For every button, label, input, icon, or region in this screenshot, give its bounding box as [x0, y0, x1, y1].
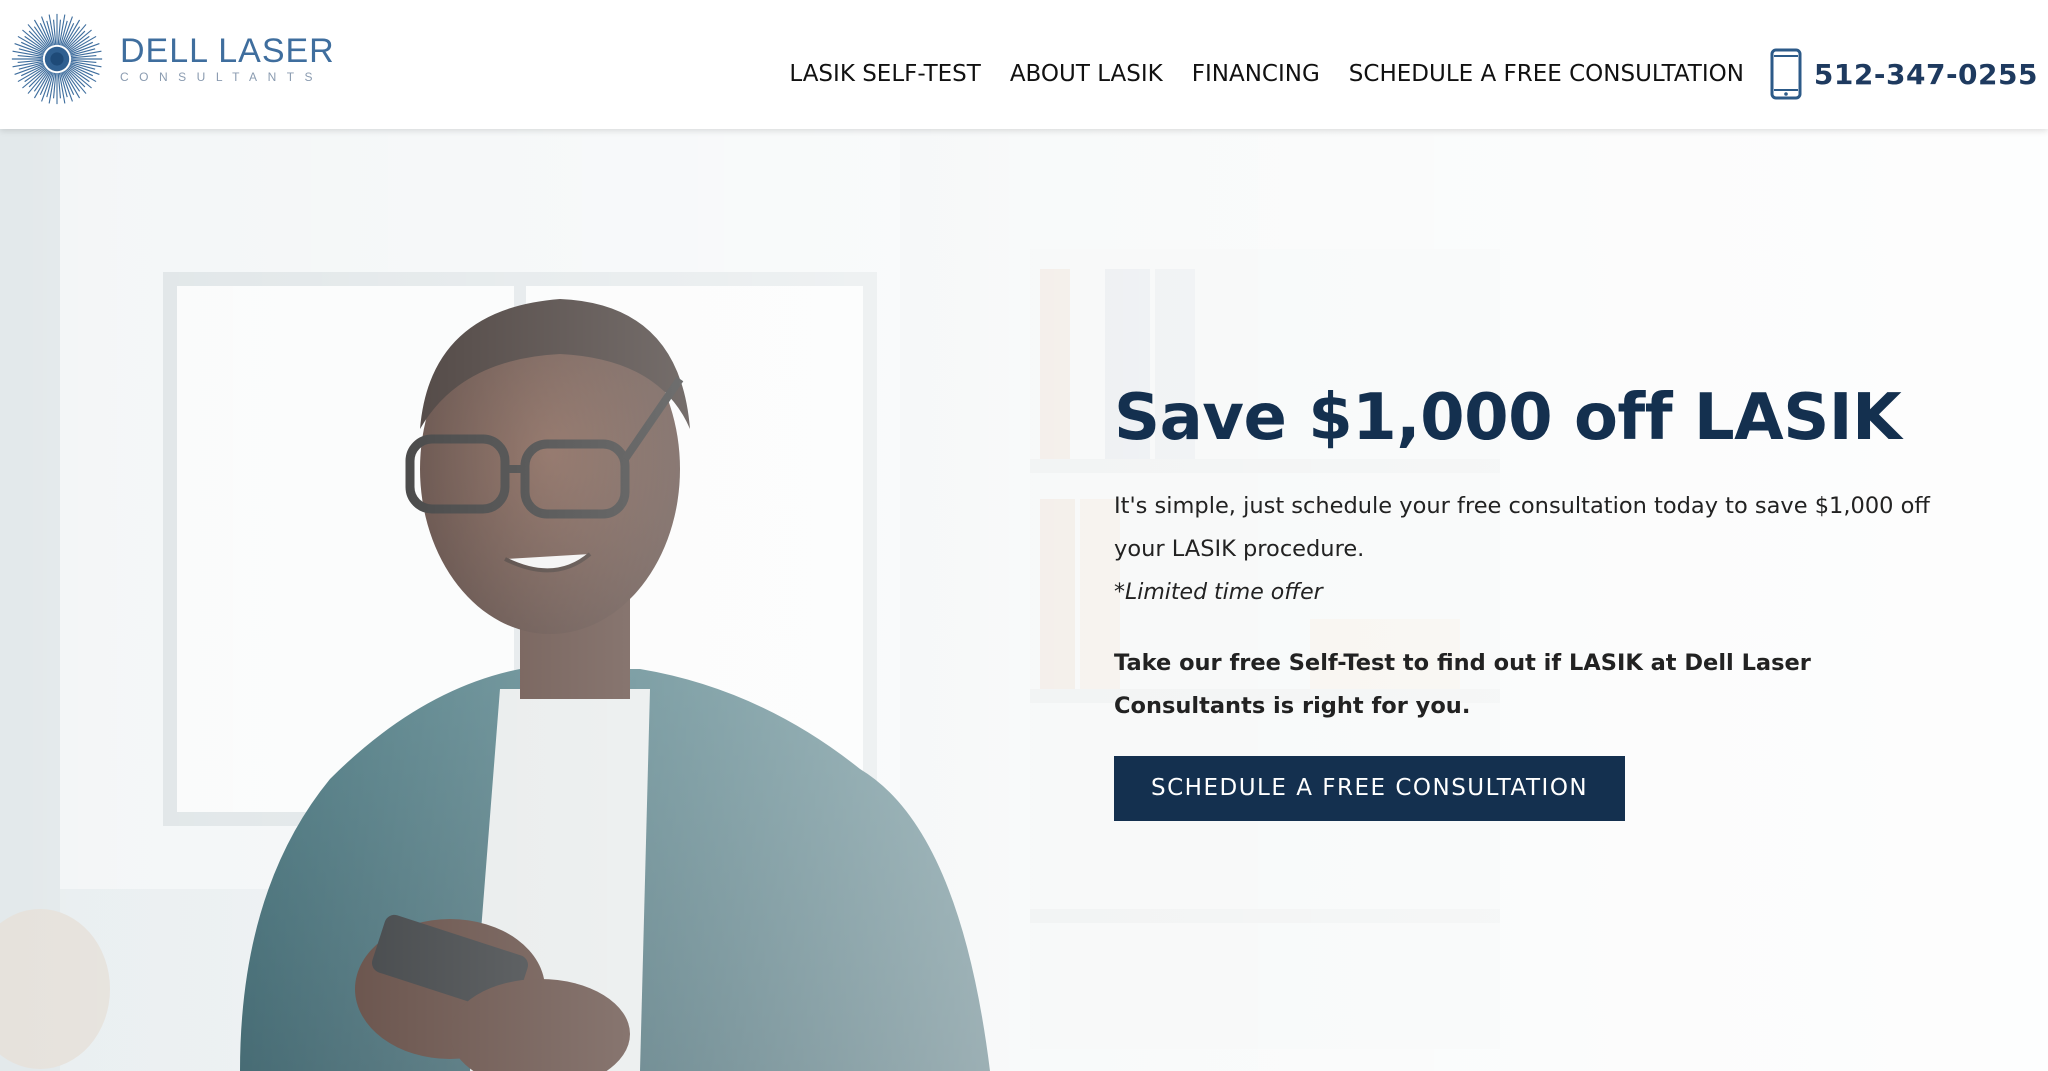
nav-item-about-lasik[interactable]: ABOUT LASIK	[1010, 61, 1163, 87]
hero-section: Save $1,000 off LASIK It's simple, just …	[0, 129, 2048, 1071]
limited-offer-note: *Limited time offer	[1114, 580, 1323, 605]
phone-number[interactable]: 512-347-0255	[1814, 58, 2038, 91]
main-nav: LASIK SELF-TEST ABOUT LASIK FINANCING SC…	[789, 48, 2048, 100]
phone-link[interactable]: 512-347-0255	[1770, 48, 2038, 100]
brand-tagline: CONSULTANTS	[120, 70, 324, 84]
hero-paragraph: It's simple, just schedule your free con…	[1114, 493, 1930, 562]
site-header: DELL LASER CONSULTANTS LASIK SELF-TEST A…	[0, 0, 2048, 129]
mobile-phone-icon	[1770, 48, 1802, 100]
nav-item-financing[interactable]: FINANCING	[1192, 61, 1320, 87]
schedule-consultation-button[interactable]: SCHEDULE A FREE CONSULTATION	[1114, 756, 1626, 821]
logo[interactable]: DELL LASER CONSULTANTS	[10, 12, 335, 106]
brand-name: DELL LASER	[120, 32, 335, 70]
self-test-callout: Take our free Self-Test to find out if L…	[1114, 650, 1811, 719]
nav-item-schedule-consultation[interactable]: SCHEDULE A FREE CONSULTATION	[1349, 61, 1744, 87]
hero-title: Save $1,000 off LASIK	[1114, 381, 1902, 455]
sunburst-logo-icon	[11, 13, 103, 105]
logo-text: DELL LASER CONSULTANTS	[120, 34, 335, 84]
nav-item-lasik-self-test[interactable]: LASIK SELF-TEST	[789, 61, 980, 87]
hero-content: Save $1,000 off LASIK It's simple, just …	[1114, 379, 1954, 821]
